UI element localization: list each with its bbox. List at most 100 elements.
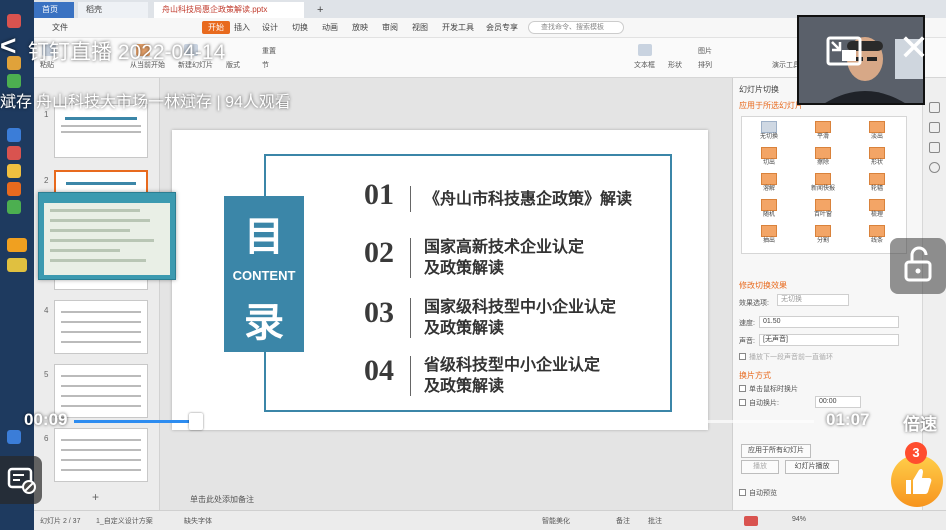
on-click-checkbox[interactable]: 单击鼠标时换片 (739, 384, 798, 394)
tab-presentation-file[interactable]: 舟山科技局惠企政策解读.pptx (154, 2, 304, 18)
app-icon[interactable] (7, 74, 21, 88)
comments-toggle[interactable]: 批注 (648, 516, 662, 526)
effect-pull[interactable]: 抽出 (744, 225, 794, 247)
layout-button[interactable]: 版式 (226, 60, 240, 70)
toc-item-text: 《舟山市科技惠企政策》解读 (424, 189, 633, 208)
transition-icon[interactable] (929, 142, 940, 153)
menu-review[interactable]: 审阅 (382, 22, 398, 33)
menu-file[interactable]: 文件 (52, 22, 68, 33)
effect-option-select[interactable]: 无切换 (777, 294, 849, 306)
picture-button[interactable]: 图片 (698, 46, 712, 56)
app-icon[interactable] (7, 164, 21, 178)
transition-panel: 幻灯片切换 应用于所选幻灯片 无切换 平滑 淡出 切出 擦除 形状 溶解 新闻快… (732, 78, 922, 510)
effect-none[interactable]: 无切换 (744, 121, 794, 143)
slide-thumbnail[interactable] (54, 364, 148, 418)
play-slideshow-icon[interactable] (744, 516, 758, 526)
menu-animation[interactable]: 动画 (322, 22, 338, 33)
thumbnail-number: 4 (44, 306, 49, 315)
app-icon[interactable] (7, 146, 21, 160)
windows-taskbar (0, 0, 34, 530)
slide-thumbnail[interactable] (54, 428, 148, 482)
live-stream-title: 钉钉直播 2022-04-14 (28, 41, 226, 64)
auto-preview-checkbox[interactable]: 自动预览 (739, 488, 777, 498)
menu-insert[interactable]: 插入 (234, 22, 250, 33)
effect-comb[interactable]: 梳理 (852, 199, 902, 221)
screen-lock-button[interactable] (890, 238, 946, 294)
app-icon[interactable] (7, 258, 27, 272)
select-icon[interactable] (929, 102, 940, 113)
sound-select[interactable]: [无声音] (759, 334, 899, 346)
speed-input[interactable]: 01.50 (759, 316, 899, 328)
section-button[interactable]: 节 (262, 60, 269, 70)
zoom-level[interactable]: 94% (792, 516, 806, 523)
smart-beautify-button[interactable]: 智能美化 (542, 516, 570, 526)
menu-design[interactable]: 设计 (262, 22, 278, 33)
effect-wipe[interactable]: 擦除 (798, 147, 848, 169)
slide-thumbnail[interactable] (54, 300, 148, 354)
textbox-button[interactable]: 文本框 (634, 60, 655, 70)
add-slide-button[interactable]: + (92, 490, 99, 504)
command-search-input[interactable]: 查找命令、搜索模板 (528, 21, 624, 34)
menu-view[interactable]: 视图 (412, 22, 428, 33)
reset-button[interactable]: 重置 (262, 46, 276, 56)
notes-toggle[interactable]: 备注 (616, 516, 630, 526)
effect-random[interactable]: 随机 (744, 199, 794, 221)
play-button[interactable]: 播放 (741, 460, 779, 474)
dragged-window-preview[interactable] (38, 192, 176, 280)
effect-smooth[interactable]: 平滑 (798, 121, 848, 143)
menu-home[interactable]: 开始 (202, 21, 230, 34)
effect-dissolve[interactable]: 溶解 (744, 173, 794, 195)
app-icon[interactable] (7, 238, 27, 252)
missing-font-button[interactable]: 缺失字体 (184, 516, 212, 526)
effect-shape[interactable]: 形状 (852, 147, 902, 169)
loop-sound-checkbox[interactable]: 播放下一段声音前一直循环 (739, 352, 833, 362)
effect-wheel[interactable]: 轮辐 (852, 173, 902, 195)
tab-docer[interactable]: 稻壳 (78, 2, 148, 18)
seek-bar-handle[interactable] (189, 413, 204, 430)
slide-thumbnail[interactable] (54, 104, 148, 158)
app-icon[interactable] (7, 182, 21, 196)
effect-cut[interactable]: 切出 (744, 147, 794, 169)
menu-transition[interactable]: 切换 (292, 22, 308, 33)
arrange-button[interactable]: 排列 (698, 60, 712, 70)
app-icon[interactable] (7, 128, 21, 142)
back-arrow-icon[interactable]: < (0, 30, 16, 62)
auto-advance-time[interactable]: 00:00 (815, 396, 861, 408)
slideshow-button[interactable]: 幻灯片播放 (785, 460, 839, 474)
new-tab-button[interactable]: + (309, 2, 329, 18)
menu-developer[interactable]: 开发工具 (442, 22, 474, 33)
heading-char-lu: 录 (244, 300, 284, 346)
notes-input[interactable]: 单击此处添加备注 (190, 494, 254, 505)
effect-split[interactable]: 分割 (798, 225, 848, 247)
current-slide[interactable]: 目 CONTENT 录 01 《舟山市科技惠企政策》解读 02 国家高新技术企业… (172, 130, 708, 430)
close-button[interactable]: ✕ (888, 28, 940, 72)
presentation-tools-button[interactable]: 演示工具 (772, 60, 800, 70)
app-icon[interactable] (7, 14, 21, 28)
toc-item-text: 国家级科技型中小企业认定 (424, 297, 617, 316)
shape-button[interactable]: 形状 (668, 60, 682, 70)
thumbnail-number: 5 (44, 370, 49, 379)
auto-advance-checkbox[interactable]: 自动换片: (739, 398, 779, 408)
toc-number: 04 (364, 354, 394, 387)
picture-in-picture-button[interactable] (822, 30, 866, 74)
toc-divider (410, 298, 411, 338)
menu-slideshow[interactable]: 放映 (352, 22, 368, 33)
contents-heading-block: 目 CONTENT 录 (224, 196, 304, 352)
app-icon[interactable] (7, 200, 21, 214)
apply-all-button[interactable]: 应用于所有幻灯片 (741, 444, 811, 458)
playback-speed-button[interactable]: 倍速 (903, 410, 937, 435)
menu-member[interactable]: 会员专享 (486, 22, 518, 33)
help-icon[interactable] (929, 162, 940, 173)
app-icon[interactable] (7, 430, 21, 444)
property-icon[interactable] (929, 122, 940, 133)
partial-taskbar-label: 斌存 (0, 94, 33, 111)
danmaku-toggle-button[interactable] (0, 456, 42, 504)
heading-content-label: CONTENT (232, 268, 296, 283)
textbox-icon[interactable] (638, 44, 652, 56)
effect-option-label: 效果选项: (739, 300, 769, 307)
speed-label: 速度: (739, 320, 755, 327)
effect-newsflash[interactable]: 新闻快报 (798, 173, 848, 195)
effect-blinds[interactable]: 百叶窗 (798, 199, 848, 221)
tab-home[interactable]: 首页 (34, 2, 74, 18)
effect-fade[interactable]: 淡出 (852, 121, 902, 143)
